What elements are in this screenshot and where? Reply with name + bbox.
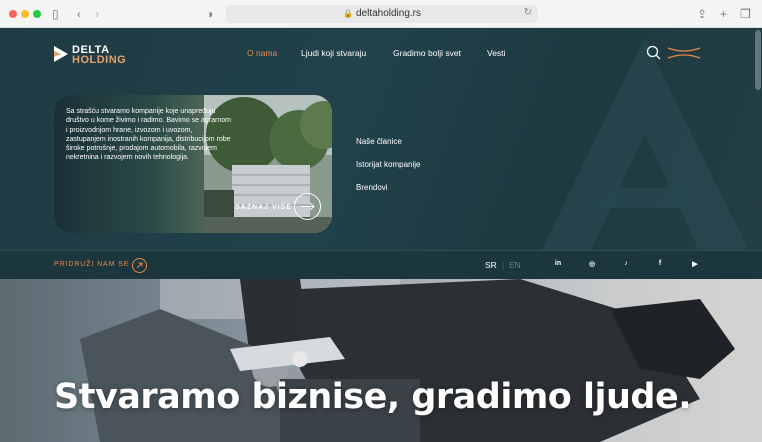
link-brendovi[interactable]: Brendovi bbox=[356, 183, 388, 192]
nav-vesti[interactable]: Vesti bbox=[487, 48, 505, 58]
language-sr[interactable]: SR bbox=[485, 260, 497, 270]
join-us-button[interactable] bbox=[132, 258, 147, 273]
hero-photo: Stvaramo biznise, gradimo ljude. bbox=[0, 279, 762, 442]
tab-overview-icon[interactable]: ❐ bbox=[740, 7, 751, 21]
minimize-window-button[interactable] bbox=[21, 10, 29, 18]
youtube-icon[interactable]: ▶ bbox=[688, 260, 702, 268]
link-istorijat-kompanije[interactable]: Istorijat kompanije bbox=[356, 160, 420, 169]
secondary-bar: PRIDRUŽI NAM SE SR | EN in ◎ ♪ f ▶ bbox=[0, 250, 762, 279]
scrollbar[interactable] bbox=[755, 30, 761, 90]
tiktok-icon[interactable]: ♪ bbox=[619, 260, 633, 267]
intro-card: Sa strašću stvaramo kompanije koje unapr… bbox=[54, 95, 332, 233]
hero-headline: Stvaramo biznise, gradimo ljude. bbox=[54, 377, 692, 417]
lock-icon: 🔒 bbox=[342, 9, 353, 18]
delta-holding-logo[interactable]: DELTA HOLDING bbox=[54, 44, 144, 66]
address-bar[interactable]: 🔒 deltaholding.rs ↻ bbox=[226, 5, 538, 23]
privacy-shield-icon[interactable]: ◑ bbox=[206, 7, 213, 21]
browser-toolbar: ▯ ‹ › ◑ 🔒 deltaholding.rs ↻ ⇪ + ❐ bbox=[0, 0, 762, 28]
instagram-icon[interactable]: ◎ bbox=[585, 260, 599, 268]
back-icon[interactable]: ‹ bbox=[77, 7, 81, 21]
intro-text: Sa strašću stvaramo kompanije koje unapr… bbox=[66, 108, 231, 162]
share-icon[interactable]: ⇪ bbox=[697, 7, 707, 21]
learn-more-button[interactable] bbox=[294, 193, 321, 220]
hero-section: DELTA HOLDING O nama Ljudi koji stvaraju… bbox=[0, 28, 762, 253]
reload-icon[interactable]: ↻ bbox=[524, 7, 532, 18]
learn-more-link[interactable]: SAZNAJ VIŠE bbox=[235, 204, 292, 211]
logo-text-holding: HOLDING bbox=[72, 54, 127, 66]
menu-close-icon[interactable] bbox=[667, 45, 701, 61]
url-text: deltaholding.rs bbox=[355, 8, 421, 19]
join-us-link[interactable]: PRIDRUŽI NAM SE bbox=[54, 261, 129, 268]
zoom-window-button[interactable] bbox=[33, 10, 41, 18]
nav-ljudi-koji-stvaraju[interactable]: Ljudi koji stvaraju bbox=[301, 48, 366, 58]
sidebar-toggle-icon[interactable]: ▯ bbox=[52, 7, 59, 21]
decorative-letter-a bbox=[540, 38, 750, 253]
link-nase-clanice[interactable]: Naše članice bbox=[356, 137, 402, 146]
logo-mark-icon bbox=[54, 46, 68, 62]
facebook-icon[interactable]: f bbox=[653, 260, 667, 267]
nav-gradimo-bolji-svet[interactable]: Gradimo bolji svet bbox=[393, 48, 461, 58]
arrow-up-right-icon bbox=[136, 262, 143, 269]
motorcycle-rider-image bbox=[80, 279, 735, 442]
language-separator: | bbox=[502, 260, 505, 270]
close-window-button[interactable] bbox=[9, 10, 17, 18]
arrow-right-icon bbox=[301, 202, 315, 211]
new-tab-icon[interactable]: + bbox=[720, 7, 727, 21]
website: DELTA HOLDING O nama Ljudi koji stvaraju… bbox=[0, 28, 762, 442]
nav-o-nama[interactable]: O nama bbox=[247, 48, 277, 58]
search-icon[interactable] bbox=[646, 45, 661, 60]
language-en[interactable]: EN bbox=[509, 260, 521, 270]
forward-icon[interactable]: › bbox=[95, 7, 99, 21]
linkedin-icon[interactable]: in bbox=[551, 260, 565, 267]
